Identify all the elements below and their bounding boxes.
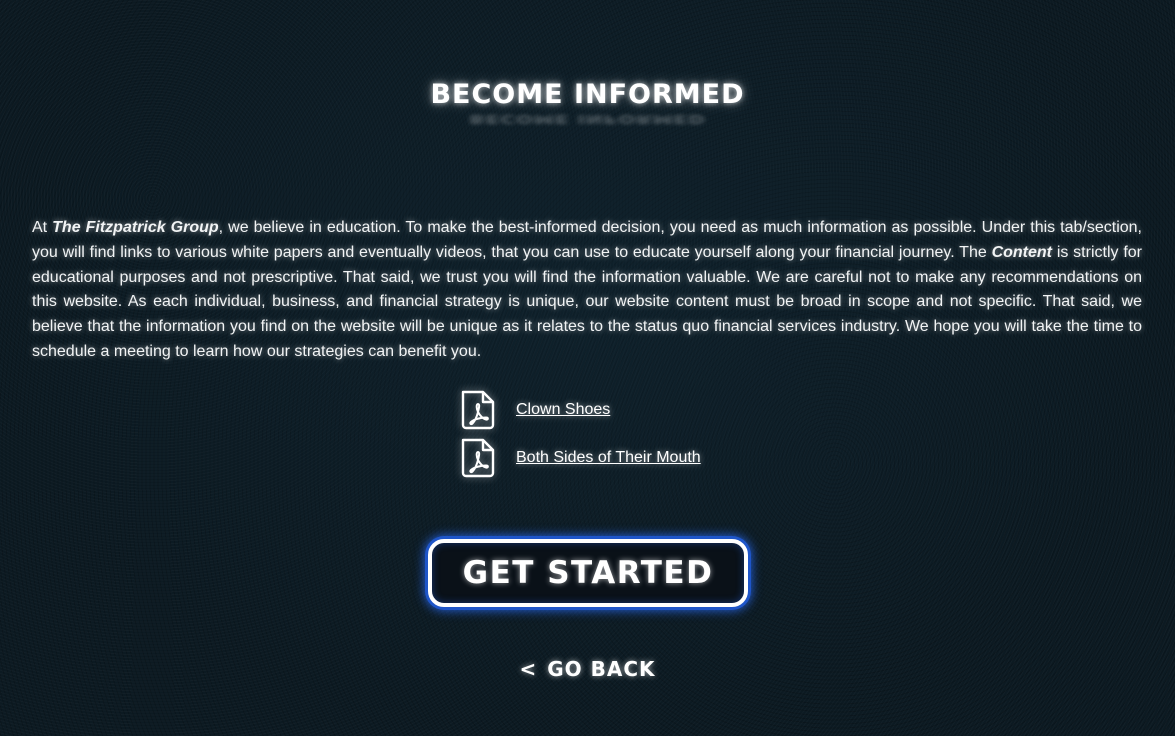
get-started-button[interactable]: GET STARTED: [428, 539, 748, 607]
firm-name: The Fitzpatrick Group: [52, 219, 219, 236]
document-link-label[interactable]: Both Sides of Their Mouth: [516, 449, 701, 467]
intro-text-1: At: [32, 219, 53, 236]
content-word: Content: [991, 243, 1052, 261]
title-block: BECOME INFORMED BECOME INFORMED: [0, 78, 1175, 130]
pdf-file-icon: [461, 438, 495, 478]
intro-text-3: is strictly for educational purposes and…: [32, 243, 1142, 360]
document-list: Clown Shoes Both Sides of Their Mouth: [459, 390, 779, 486]
pdf-file-icon: [461, 390, 495, 430]
intro-paragraph: At The Fitzpatrick Group, we believe in …: [32, 216, 1142, 365]
go-back-link[interactable]: < GO BACK: [519, 657, 655, 681]
page: BECOME INFORMED BECOME INFORMED At The F…: [0, 0, 1175, 736]
document-link-label[interactable]: Clown Shoes: [516, 401, 610, 419]
chevron-left-icon: <: [519, 657, 538, 681]
back-block: < GO BACK: [0, 657, 1175, 681]
page-title: BECOME INFORMED: [430, 79, 745, 110]
get-started-label: GET STARTED: [462, 555, 714, 591]
go-back-label: GO BACK: [547, 657, 656, 681]
document-item-clown-shoes[interactable]: Clown Shoes: [459, 390, 779, 430]
document-item-both-sides[interactable]: Both Sides of Their Mouth: [459, 438, 779, 478]
page-title-reflection: BECOME INFORMED: [469, 111, 706, 127]
